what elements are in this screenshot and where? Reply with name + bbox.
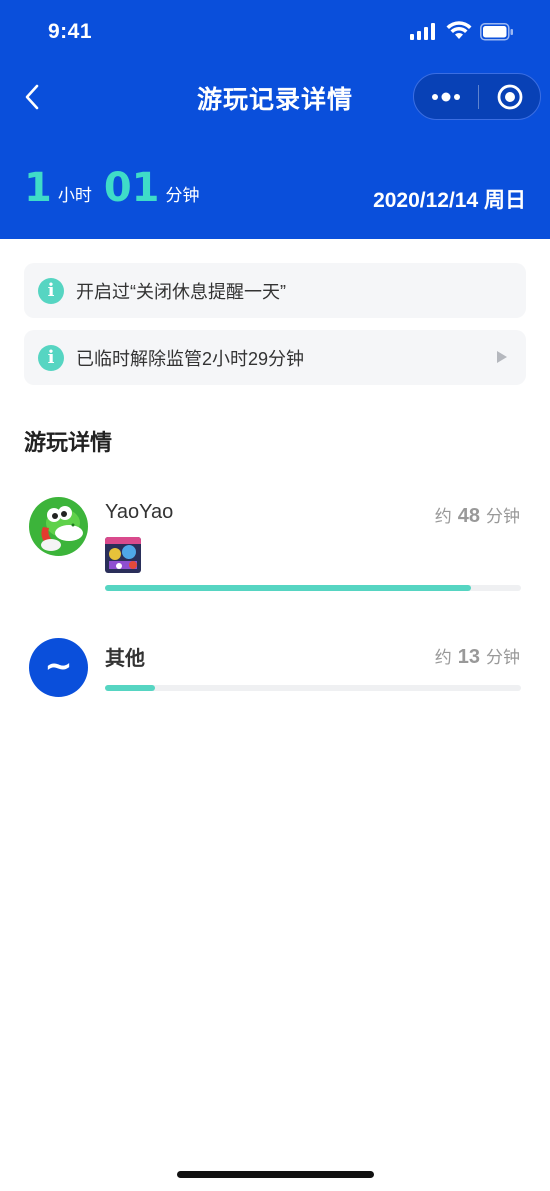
game-cover-image — [105, 537, 141, 573]
hours-value: 1 — [24, 165, 52, 211]
wifi-icon — [446, 21, 472, 39]
notice-rest-reminder: i 开启过“关闭休息提醒一天” — [24, 263, 526, 318]
signal-icon — [410, 23, 435, 40]
play-progress-fill — [105, 685, 155, 691]
section-title: 游玩详情 — [24, 430, 113, 455]
play-progress-bar — [105, 685, 521, 691]
more-dots-icon — [432, 92, 460, 101]
status-time: 9:41 — [48, 20, 93, 43]
list-item-yaoyao[interactable]: YaoYao 约 48 分钟 — [0, 495, 550, 595]
mini-program-capsule — [413, 73, 541, 120]
more-button[interactable] — [414, 74, 478, 119]
duration-prefix: 约 — [434, 507, 452, 526]
notice-supervision-lift[interactable]: i 已临时解除监管2小时29分钟 — [24, 330, 526, 385]
total-play-time: 1 小时 01 分钟 — [24, 168, 212, 208]
duration-minutes: 13 — [457, 646, 480, 668]
game-player-name: YaoYao — [105, 501, 174, 523]
minutes-unit: 分钟 — [165, 186, 200, 205]
header: 9:41 游玩记录详情 1 小时 01 分钟 2020/12/14 周日 — [0, 0, 550, 239]
info-icon: i — [38, 277, 64, 304]
info-icon: i — [38, 344, 64, 371]
notice-text: 开启过“关闭休息提醒一天” — [76, 281, 286, 302]
category-name: 其他 — [105, 648, 145, 670]
duration-unit: 分钟 — [486, 648, 520, 667]
close-miniprogram-button[interactable] — [479, 74, 541, 119]
duration-minutes: 48 — [457, 505, 480, 527]
yoshi-avatar — [29, 497, 88, 556]
minutes-value: 01 — [103, 165, 160, 211]
play-progress-bar — [105, 585, 521, 591]
play-duration: 约 13 分钟 — [435, 643, 520, 669]
notice-text: 已临时解除监管2小时29分钟 — [76, 348, 305, 369]
duration-prefix: 约 — [434, 648, 452, 667]
hours-unit: 小时 — [57, 186, 92, 205]
duration-unit: 分钟 — [486, 507, 520, 526]
list-item-other[interactable]: ~ 其他 约 13 分钟 — [0, 637, 550, 697]
battery-icon — [480, 23, 513, 41]
tilde-icon: ~ — [44, 645, 73, 686]
play-progress-fill — [105, 585, 472, 591]
home-indicator — [177, 1171, 374, 1178]
target-close-icon — [497, 84, 523, 109]
play-arrow-icon — [497, 351, 507, 363]
play-duration: 约 48 分钟 — [435, 502, 520, 528]
record-date: 2020/12/14 周日 — [373, 189, 526, 212]
other-avatar: ~ — [29, 638, 88, 697]
